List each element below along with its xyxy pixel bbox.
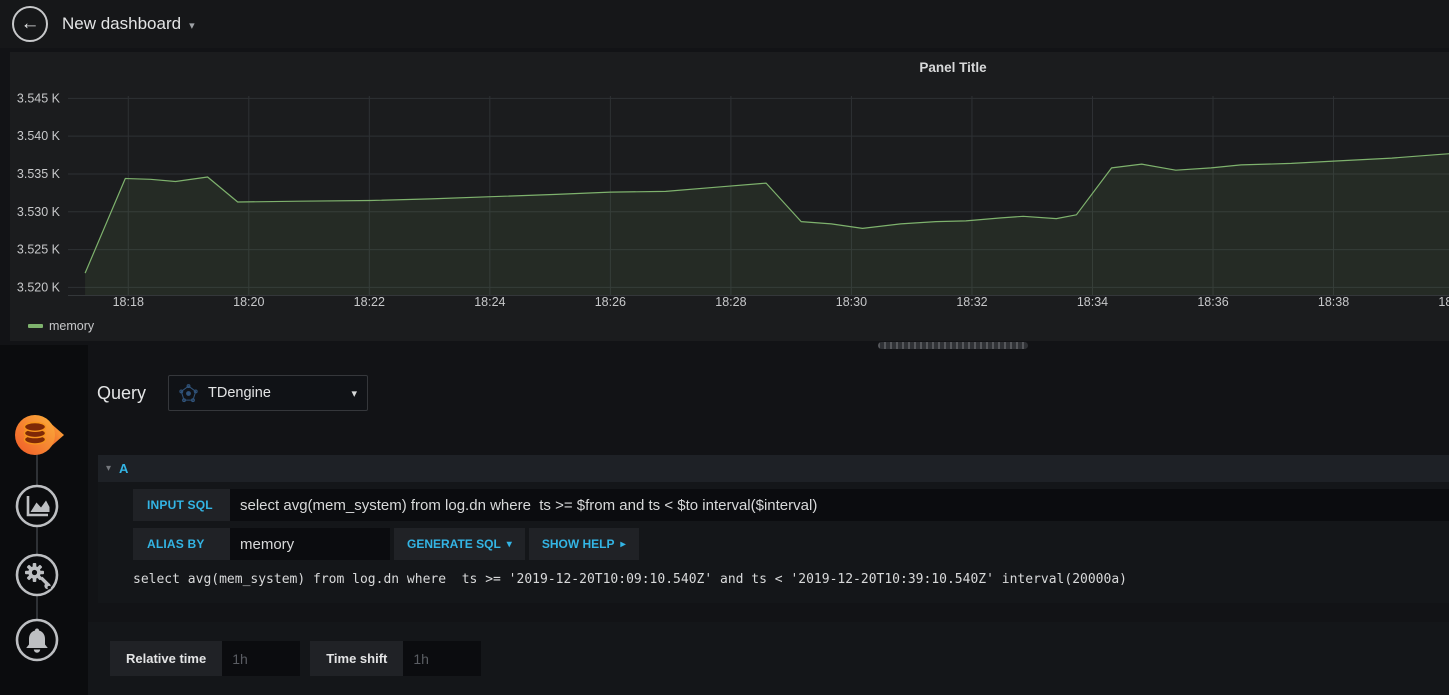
back-button[interactable]: ←	[12, 6, 48, 42]
query-header: Query TDengine ▾	[97, 375, 369, 411]
query-tab-content: Query TDengine ▾ ▾ A INPUT SQL ALIAS	[88, 345, 1449, 695]
alias-by-label: ALIAS BY	[133, 528, 230, 560]
sidebar-item-visualization[interactable]	[14, 483, 66, 529]
svg-text:18:38: 18:38	[1318, 295, 1349, 309]
svg-text:3.540 K: 3.540 K	[17, 129, 61, 143]
caret-down-icon: ▾	[351, 387, 358, 400]
input-sql-row: INPUT SQL	[133, 489, 1449, 521]
svg-text:18:28: 18:28	[715, 295, 746, 309]
tdengine-logo-icon	[179, 383, 198, 402]
generate-sql-label: GENERATE SQL	[407, 537, 501, 551]
dashboard-title-dropdown[interactable]: New dashboard ▾	[62, 14, 195, 34]
input-sql-label: INPUT SQL	[133, 489, 230, 521]
query-row-header[interactable]: ▾ A	[98, 455, 1449, 482]
bell-icon	[15, 618, 59, 662]
query-row-section: ▾ A INPUT SQL ALIAS BY GENERATE SQL ▾ SH…	[98, 455, 1449, 603]
generated-sql-preview: select avg(mem_system) from log.dn where…	[133, 572, 1127, 587]
svg-text:18:22: 18:22	[354, 295, 385, 309]
alias-by-row: ALIAS BY GENERATE SQL ▾ SHOW HELP ▸	[133, 528, 1449, 560]
caret-right-icon: ▸	[620, 538, 626, 550]
relative-time-label: Relative time	[110, 641, 223, 676]
sidebar-item-alert[interactable]	[14, 617, 66, 663]
svg-text:18:18: 18:18	[113, 295, 144, 309]
top-navbar: ← New dashboard ▾	[0, 0, 1449, 48]
chart-panel: 3.545 K 3.540 K 3.535 K 3.530 K 3.525 K 3.520…	[10, 52, 1449, 341]
time-shift-input[interactable]	[403, 641, 482, 676]
svg-text:18:26: 18:26	[595, 295, 626, 309]
sidebar-item-general[interactable]	[14, 552, 66, 598]
dashboard-title: New dashboard	[62, 14, 182, 33]
visualization-chart-icon	[15, 484, 59, 528]
time-shift-label: Time shift	[310, 641, 404, 676]
show-help-button[interactable]: SHOW HELP ▸	[528, 528, 639, 560]
query-letter: A	[119, 461, 129, 476]
svg-text:3.520 K: 3.520 K	[17, 280, 61, 294]
caret-down-icon: ▾	[506, 538, 512, 550]
time-options-section: Relative time Time shift	[88, 622, 1449, 695]
svg-text:3.535 K: 3.535 K	[17, 167, 61, 181]
edit-sidebar-connector	[36, 440, 38, 645]
caret-down-icon: ▾	[189, 20, 195, 32]
datasource-picker[interactable]: TDengine ▾	[168, 375, 369, 411]
input-sql-field[interactable]	[230, 489, 1449, 521]
svg-text:3.545 K: 3.545 K	[17, 91, 61, 105]
panel-title[interactable]: Panel Title	[10, 60, 1449, 75]
legend-series-label[interactable]: memory	[49, 319, 94, 333]
svg-text:18:30: 18:30	[836, 295, 867, 309]
svg-text:18:34: 18:34	[1077, 295, 1108, 309]
time-shift-group: Time shift	[310, 641, 482, 676]
chart-legend: memory	[28, 319, 94, 333]
sidebar-item-queries[interactable]	[14, 412, 66, 458]
collapse-caret-icon: ▾	[106, 463, 112, 474]
time-options-row: Relative time Time shift	[110, 641, 1449, 676]
generate-sql-button[interactable]: GENERATE SQL ▾	[394, 528, 525, 560]
svg-text:18:24: 18:24	[474, 295, 505, 309]
svg-text:18:40: 18:40	[1438, 295, 1449, 309]
queries-section-title: Query	[97, 382, 147, 403]
svg-text:18:32: 18:32	[956, 295, 987, 309]
relative-time-group: Relative time	[110, 641, 301, 676]
svg-text:18:20: 18:20	[233, 295, 264, 309]
queries-database-icon	[15, 415, 64, 455]
back-arrow-icon: ←	[20, 12, 40, 34]
datasource-name: TDengine	[208, 385, 271, 401]
svg-text:3.525 K: 3.525 K	[17, 243, 61, 257]
gear-wrench-icon	[15, 553, 59, 597]
svg-text:3.530 K: 3.530 K	[17, 205, 61, 219]
time-series-chart[interactable]: 3.545 K 3.540 K 3.535 K 3.530 K 3.525 K 3.520…	[10, 52, 1449, 341]
alias-by-field[interactable]	[230, 528, 390, 560]
svg-text:18:36: 18:36	[1197, 295, 1228, 309]
legend-color-swatch[interactable]	[28, 324, 43, 328]
relative-time-input[interactable]	[222, 641, 301, 676]
show-help-label: SHOW HELP	[541, 537, 615, 551]
